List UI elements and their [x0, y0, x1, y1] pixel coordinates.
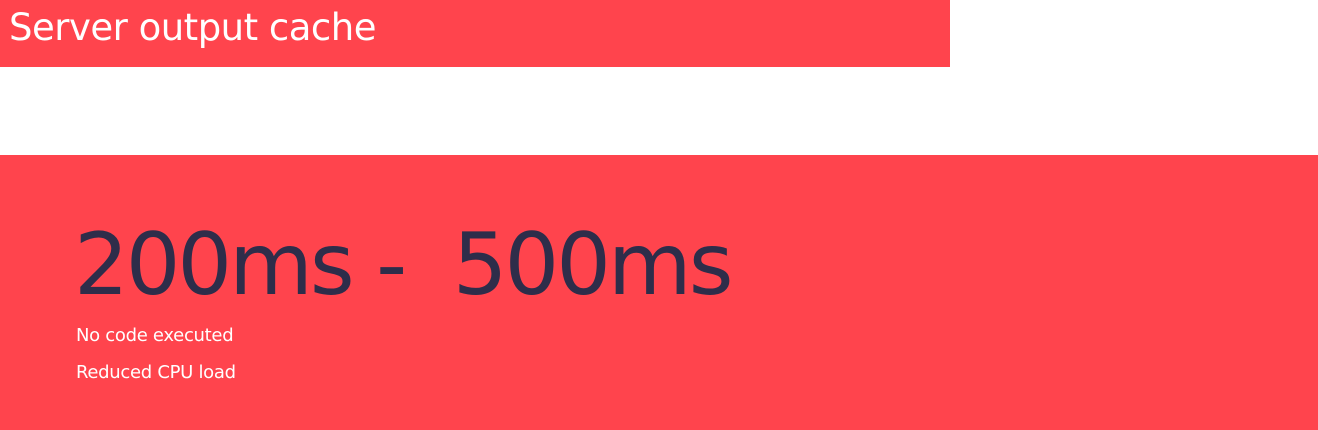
point-reduced-cpu-load: Reduced CPU load [76, 362, 236, 383]
slide: Server output cache 200ms - 500ms No cod… [0, 0, 1318, 430]
page-title: Server output cache [9, 6, 376, 49]
title-bar: Server output cache [0, 0, 950, 67]
timing-range: 200ms - 500ms [74, 215, 733, 315]
point-list: No code executed Reduced CPU load [76, 325, 236, 399]
point-no-code-executed: No code executed [76, 325, 234, 346]
content-panel: 200ms - 500ms No code executed Reduced C… [0, 155, 1318, 430]
